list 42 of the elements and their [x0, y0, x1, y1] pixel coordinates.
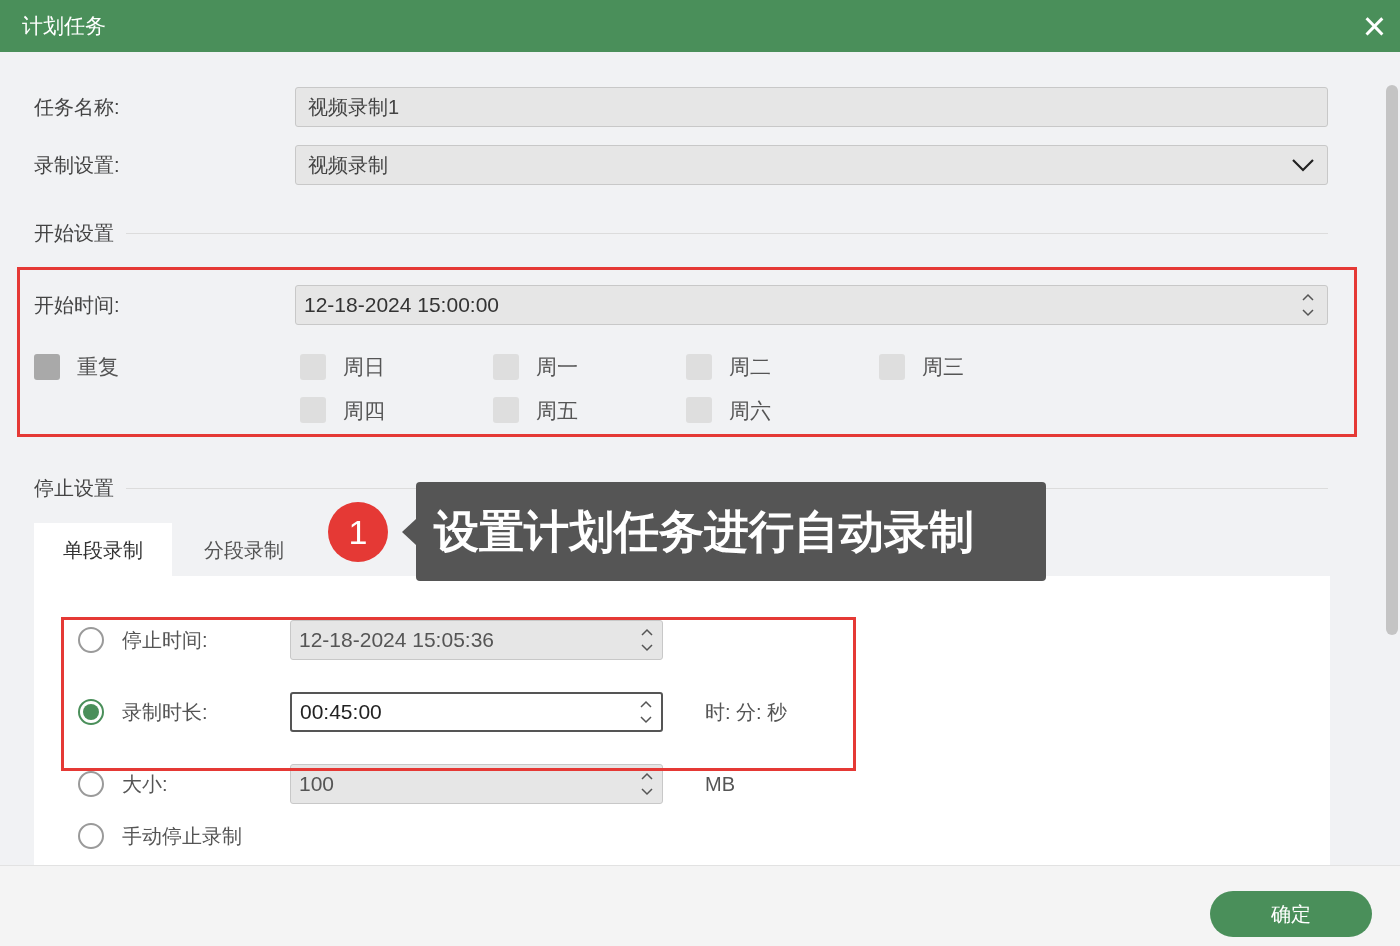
checkbox-label: 周一: [536, 354, 578, 380]
spinner-icon[interactable]: [1301, 291, 1315, 319]
section-title: 开始设置: [34, 221, 114, 246]
checkbox-label: 周日: [343, 354, 385, 380]
scrollbar[interactable]: [1386, 85, 1398, 635]
radio-button[interactable]: [78, 699, 104, 725]
radio-button[interactable]: [78, 823, 104, 849]
option-label: 大小:: [122, 772, 169, 797]
input-field[interactable]: 100: [290, 764, 663, 804]
option-label: 手动停止录制: [122, 824, 243, 849]
checkbox-label: 周二: [729, 354, 771, 380]
option-label: 录制时长:: [122, 700, 209, 725]
input-field[interactable]: 00:45:00: [290, 692, 663, 732]
spinner-icon[interactable]: [640, 626, 654, 654]
input-field[interactable]: 12-18-2024 15:05:36: [290, 620, 663, 660]
input-field[interactable]: 12-18-2024 15:00:00: [295, 285, 1328, 325]
checkbox-label: 周六: [729, 397, 771, 424]
chevron-down-icon: [1291, 158, 1315, 172]
checkbox-label: 重复: [77, 354, 119, 380]
radio-button[interactable]: [78, 627, 104, 653]
radio-button[interactable]: [78, 771, 104, 797]
field-label: 任务名称:: [34, 95, 121, 120]
checkbox-label: 周三: [922, 354, 964, 380]
tab[interactable]: 单段录制: [34, 523, 172, 576]
section-title: 停止设置: [34, 476, 114, 501]
dropdown[interactable]: 视频录制: [295, 145, 1328, 185]
confirm-button[interactable]: 确定: [1210, 891, 1372, 937]
field-label: 开始时间:: [34, 293, 121, 318]
option-label: 停止时间:: [122, 628, 209, 653]
checkbox-label: 周五: [536, 397, 578, 424]
input-field[interactable]: 视频录制1: [295, 87, 1328, 127]
unit-label: 时: 分: 秒: [705, 700, 788, 725]
spinner-icon[interactable]: [639, 698, 653, 726]
number-badge: 1: [328, 502, 388, 562]
callout-text: 设置计划任务进行自动录制: [434, 504, 974, 559]
checkbox-label: 周四: [343, 397, 385, 424]
field-label: 录制设置:: [34, 153, 121, 178]
close-button[interactable]: ×: [1362, 6, 1386, 46]
tab[interactable]: 分段录制: [172, 523, 316, 576]
unit-label: MB: [705, 772, 735, 797]
spinner-icon[interactable]: [640, 770, 654, 798]
window-title: 计划任务: [22, 13, 106, 40]
